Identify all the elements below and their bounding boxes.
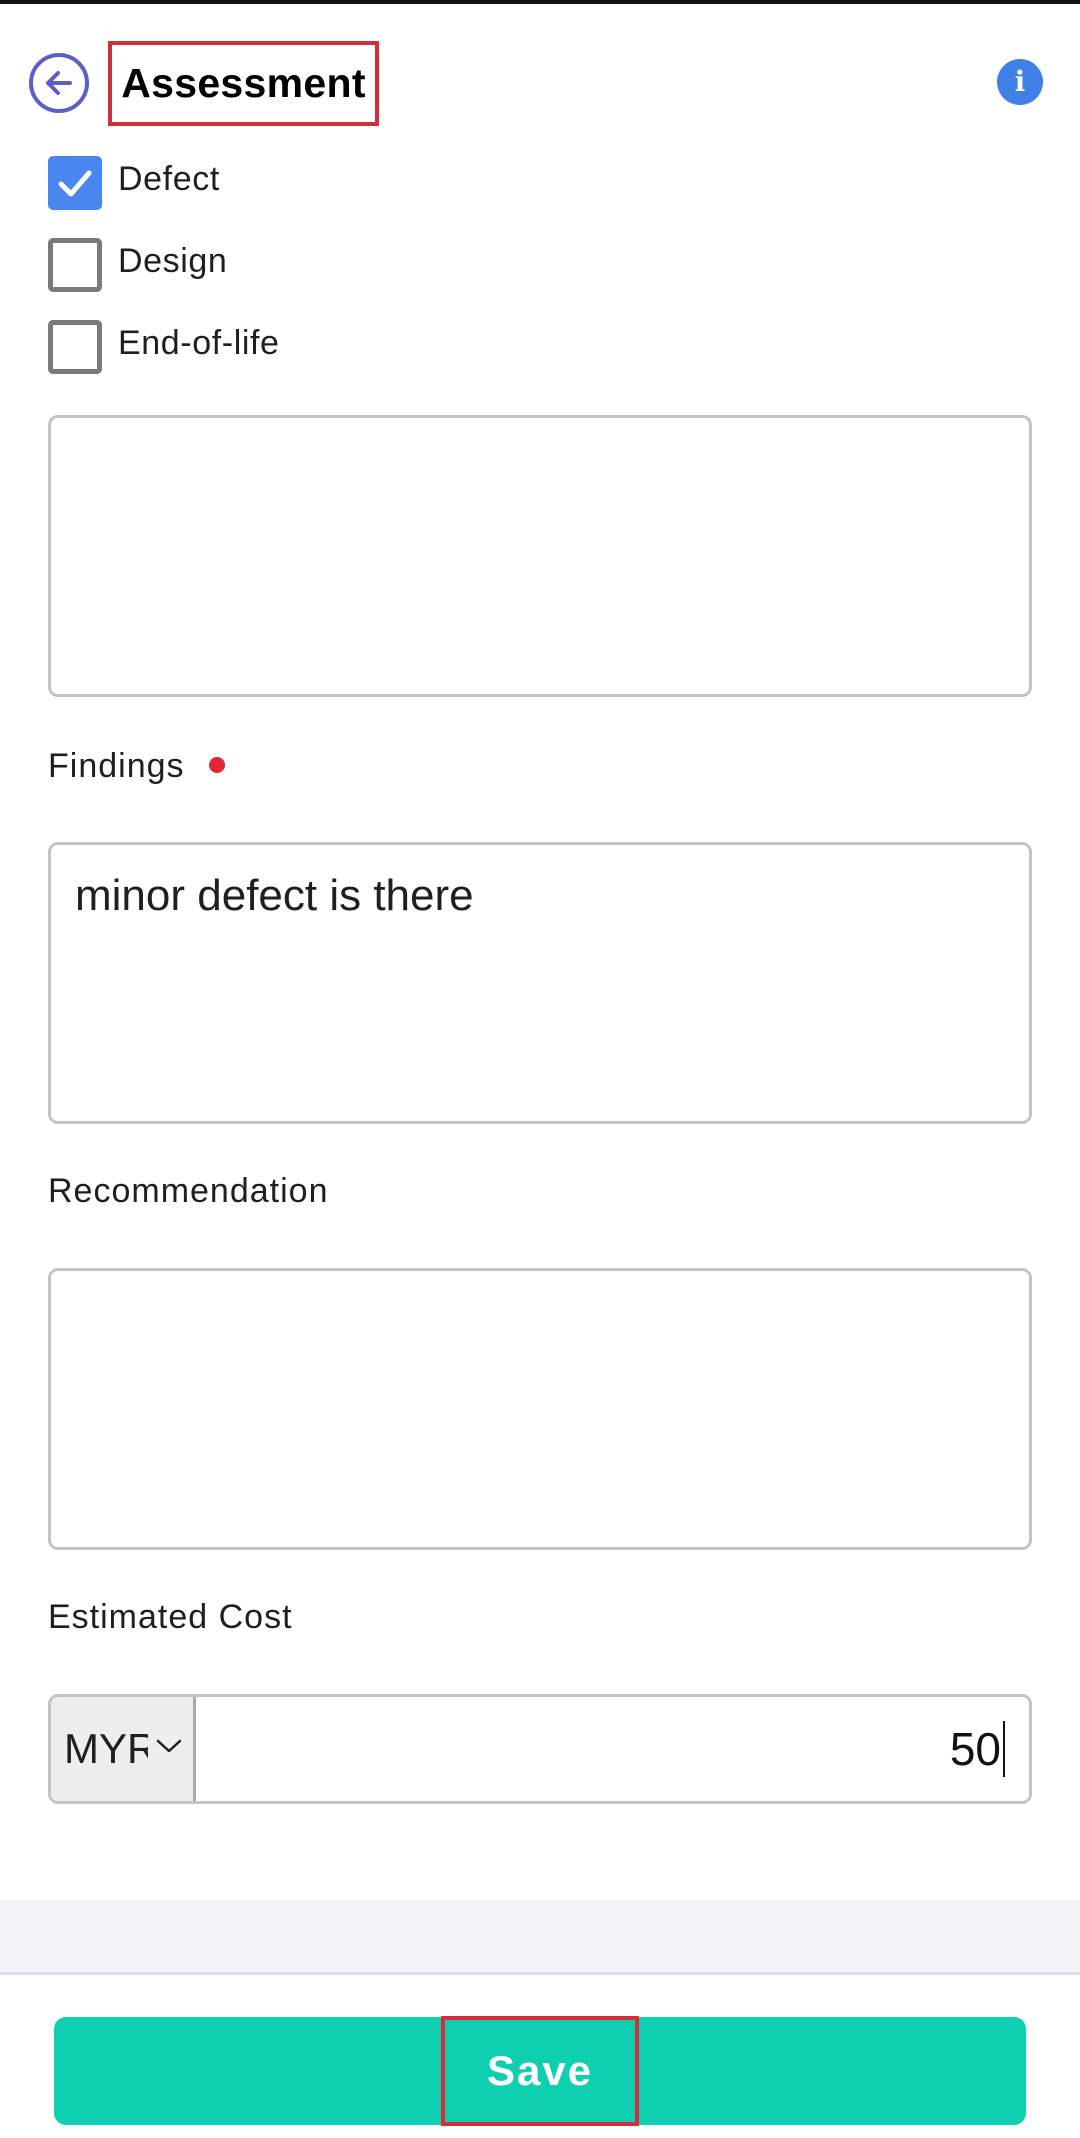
findings-textarea[interactable]: minor defect is there: [48, 842, 1032, 1124]
checkbox-unchecked-icon[interactable]: [48, 320, 102, 374]
save-label-highlight: Save: [441, 2016, 639, 2126]
estimated-cost-input-group: MYR 50: [48, 1694, 1032, 1804]
text-cursor: [1003, 1721, 1005, 1777]
save-button[interactable]: Save: [54, 2016, 1026, 2126]
save-label: Save: [486, 2047, 594, 2094]
chevron-down-icon: [156, 1739, 182, 1753]
checkmark-icon: [58, 170, 92, 197]
description-textarea[interactable]: [48, 415, 1032, 697]
back-button[interactable]: [29, 53, 89, 113]
footer-spacer: [0, 1900, 1080, 1974]
required-indicator: [208, 757, 225, 774]
top-border: [0, 0, 1080, 4]
cost-amount-value: 50: [949, 1723, 1001, 1775]
footer-divider: [0, 1972, 1080, 1975]
page-title-highlight: Assessment: [108, 41, 379, 126]
currency-select[interactable]: MYR: [51, 1697, 196, 1801]
page-title: Assessment: [121, 60, 366, 106]
info-icon: i: [1014, 65, 1026, 98]
checkbox-label: Design: [118, 241, 228, 280]
checkbox-label: Defect: [118, 159, 220, 198]
checkbox-checked-icon[interactable]: [48, 156, 102, 210]
cost-amount-input[interactable]: 50: [196, 1697, 1029, 1801]
recommendation-textarea[interactable]: [48, 1268, 1032, 1550]
info-button[interactable]: i: [997, 59, 1043, 105]
estimated-cost-label: Estimated Cost: [48, 1598, 293, 1636]
checkbox-unchecked-icon[interactable]: [48, 238, 102, 292]
arrow-left-icon: [46, 71, 72, 95]
checkbox-defect[interactable]: Defect: [48, 156, 220, 210]
checkbox-label: End-of-life: [118, 323, 280, 362]
findings-label-row: Findings: [48, 747, 225, 786]
checkbox-end-of-life[interactable]: End-of-life: [48, 320, 280, 374]
recommendation-label: Recommendation: [48, 1172, 329, 1210]
currency-value: MYR: [64, 1725, 148, 1772]
checkbox-design[interactable]: Design: [48, 238, 227, 292]
findings-label: Findings: [48, 747, 185, 785]
